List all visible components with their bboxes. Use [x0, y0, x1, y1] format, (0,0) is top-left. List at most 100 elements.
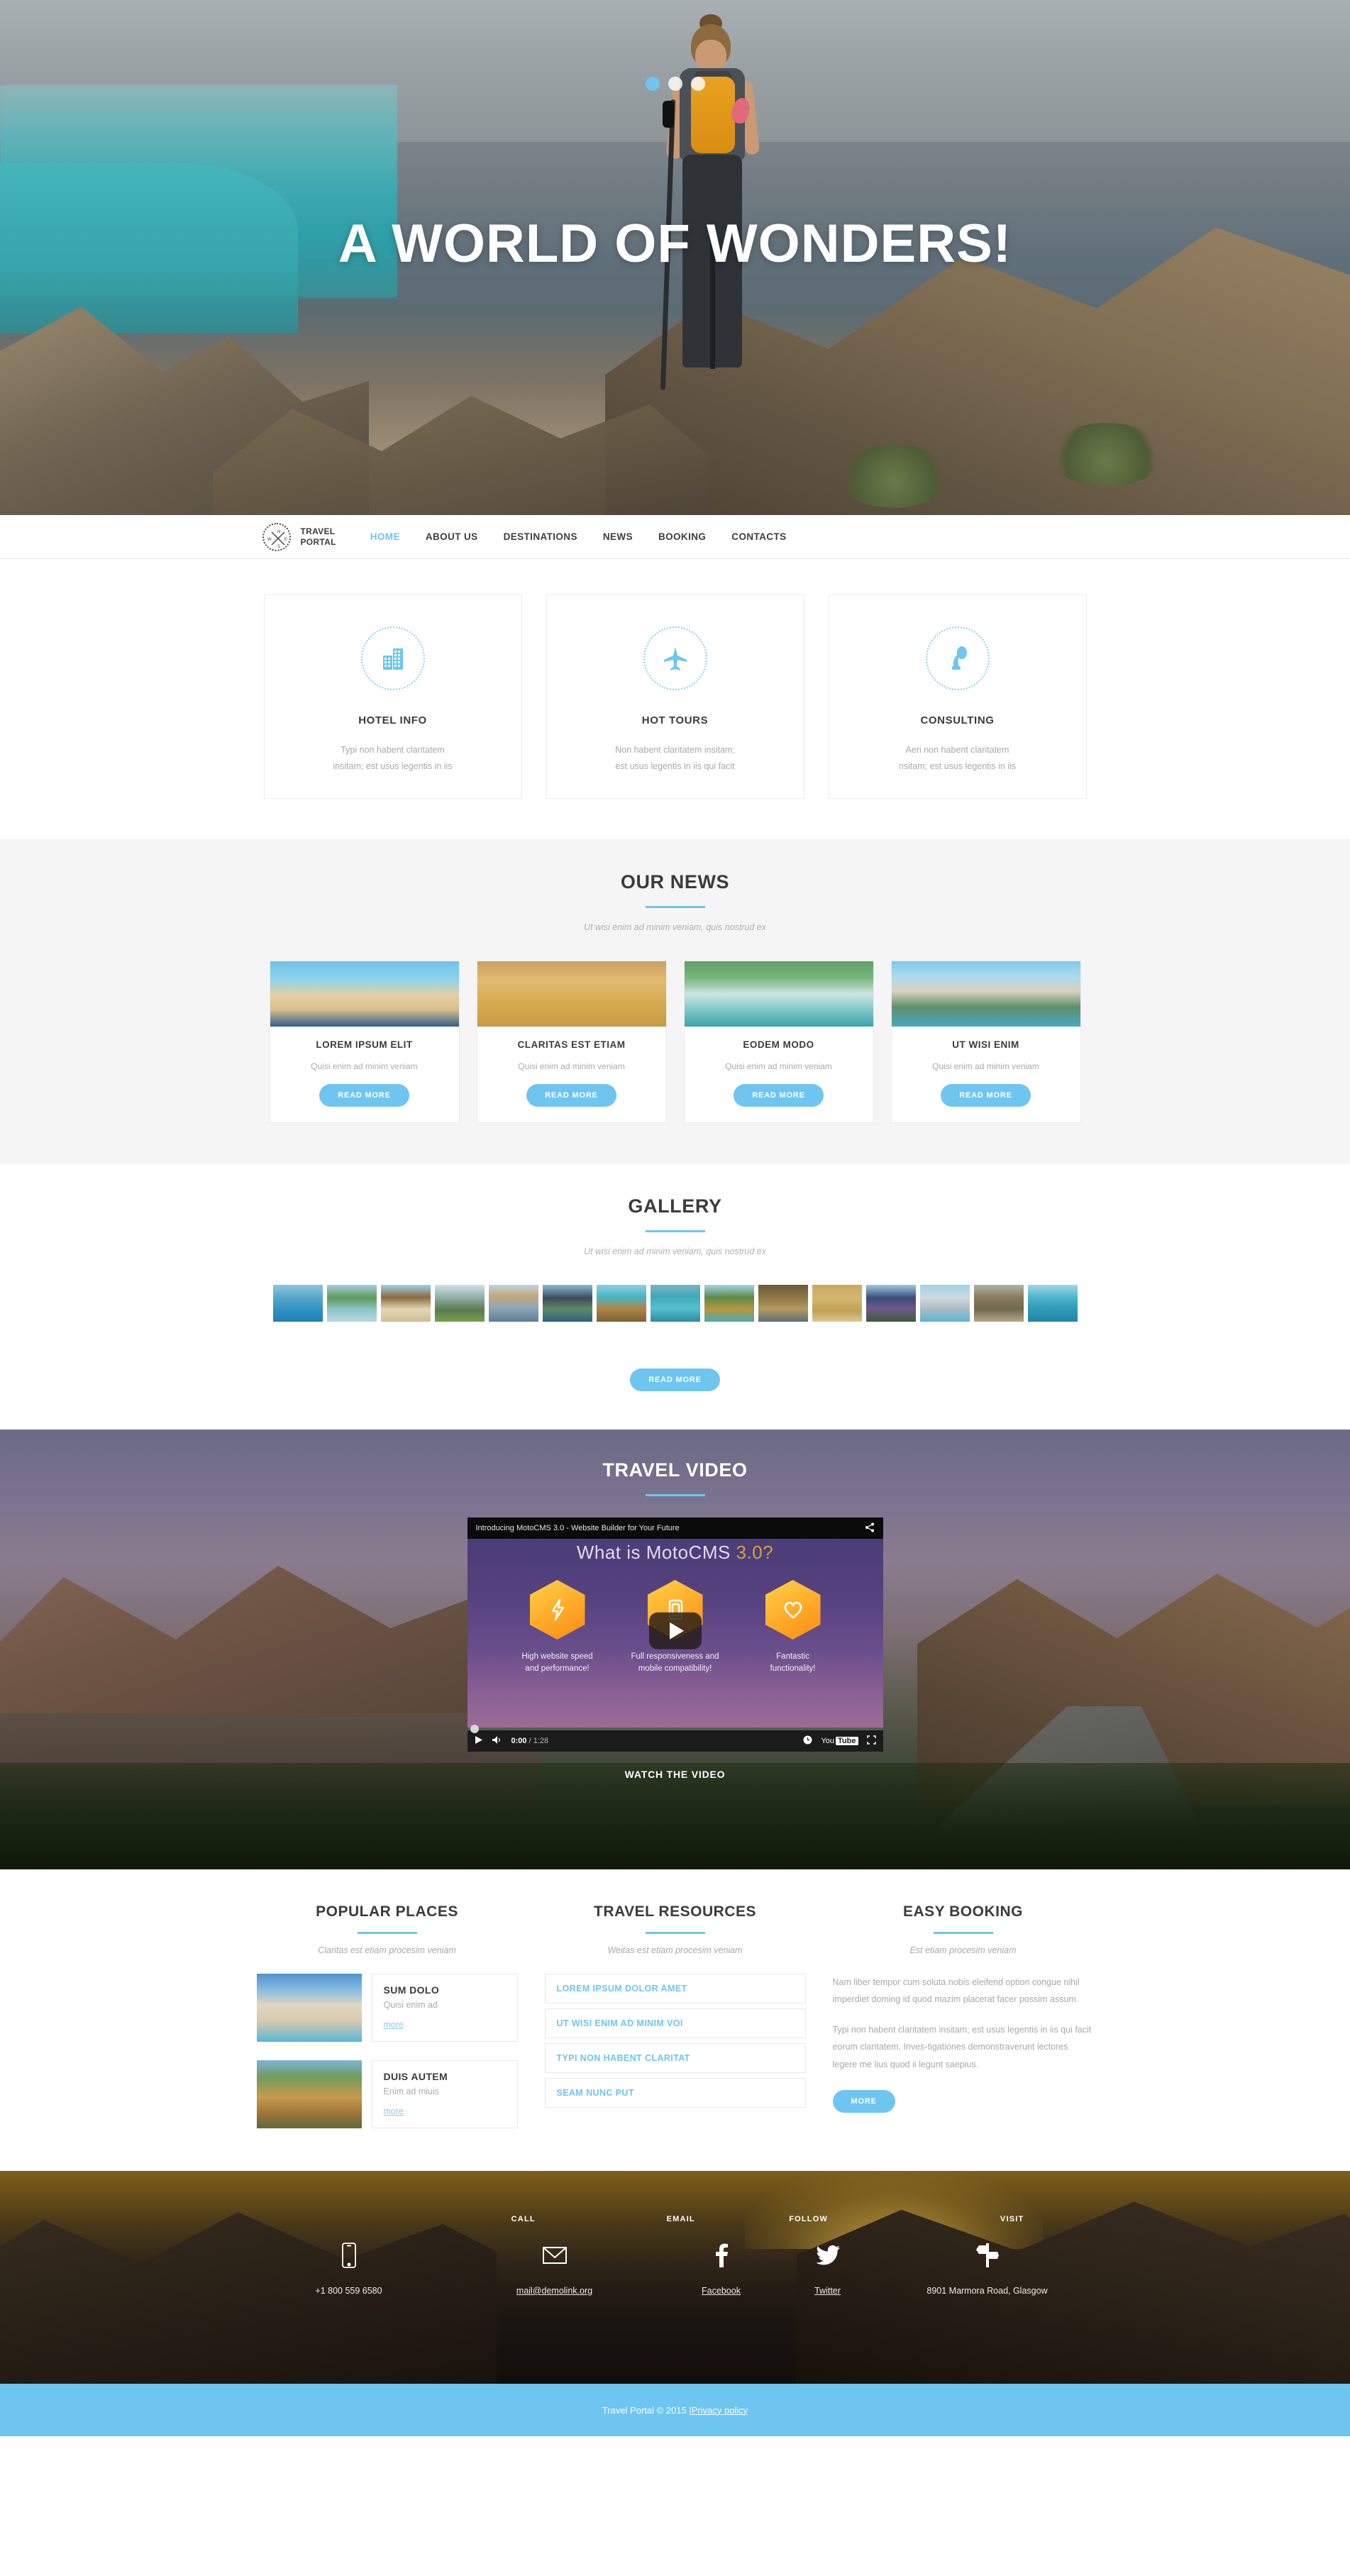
nav-item-about-us[interactable]: ABOUT US	[426, 531, 478, 542]
slider-dot-1[interactable]	[645, 77, 660, 91]
settings-icon[interactable]	[803, 1735, 812, 1747]
gallery-thumb[interactable]	[704, 1285, 754, 1322]
player-total-time: 1:28	[533, 1737, 549, 1745]
svg-text:S: S	[277, 545, 280, 549]
service-card-hot-tours[interactable]: HOT TOURS Non habent claritatem insitam;…	[546, 595, 804, 799]
footer-facebook-link[interactable]: Facebook	[702, 2286, 741, 2296]
nav-item-home[interactable]: HOME	[370, 531, 400, 542]
resource-link[interactable]: TYPI NON HABENT CLARITAT	[544, 2043, 806, 2073]
footer-twitter-link[interactable]: Twitter	[814, 2286, 841, 2296]
gallery-thumb[interactable]	[758, 1285, 808, 1322]
slider-dot-3[interactable]	[690, 77, 705, 91]
news-section: OUR NEWS Ut wisi enim ad minim veniam, q…	[0, 839, 1350, 1164]
youtube-player[interactable]: Introducing MotoCMS 3.0 - Website Builde…	[467, 1518, 883, 1752]
news-read-more-button[interactable]: READ MORE	[319, 1084, 409, 1107]
news-card-image	[891, 961, 1080, 1027]
news-read-more-button[interactable]: READ MORE	[734, 1084, 824, 1107]
news-section-subtitle: Ut wisi enim ad minim veniam, quis nostr…	[583, 922, 767, 932]
youtube-you-text: You	[821, 1737, 835, 1745]
player-progress-bar[interactable]	[467, 1725, 883, 1733]
play-icon[interactable]	[475, 1735, 483, 1747]
privacy-policy-link[interactable]: Privacy policy	[692, 2405, 748, 2416]
resource-link[interactable]: UT WISI ENIM AD MINIM VOl	[544, 2008, 806, 2038]
gallery-thumb[interactable]	[596, 1285, 646, 1322]
nav-item-booking[interactable]: BOOKING	[658, 531, 706, 542]
place-item[interactable]: DUIS AUTEM Enim ad miuis more	[256, 2060, 518, 2128]
volume-icon[interactable]	[492, 1735, 503, 1747]
player-progress-knob[interactable]	[470, 1725, 479, 1733]
gallery-thumb[interactable]	[488, 1285, 538, 1322]
facebook-icon[interactable]	[668, 2240, 775, 2270]
service-card-hotel-info[interactable]: HOTEL INFO Typi non habent claritatem in…	[263, 595, 522, 799]
service-title: HOTEL INFO	[358, 714, 427, 726]
easy-booking-more-button[interactable]: MORE	[832, 2089, 895, 2113]
gallery-thumb[interactable]	[919, 1285, 970, 1322]
gallery-read-more-button[interactable]: READ MORE	[630, 1369, 720, 1391]
resource-link[interactable]: SEAM NUNC PUT	[544, 2078, 806, 2108]
svg-text:N: N	[277, 530, 280, 534]
services-section: HOTEL INFO Typi non habent claritatem in…	[0, 559, 1350, 839]
gallery-thumb[interactable]	[865, 1285, 916, 1322]
twitter-icon[interactable]	[775, 2240, 881, 2270]
svg-text:E: E	[284, 538, 287, 542]
feature-caption-line2: and performance!	[525, 1664, 590, 1674]
news-read-more-button[interactable]: READ MORE	[941, 1084, 1031, 1107]
player-controls: 0:00 / 1:28 You Tube	[467, 1730, 883, 1752]
fullscreen-icon[interactable]	[866, 1735, 876, 1747]
gallery-thumb[interactable]	[1027, 1285, 1078, 1322]
gallery-thumb[interactable]	[326, 1285, 377, 1322]
heart-icon	[765, 1580, 821, 1640]
news-card-title: UT WISI ENIM	[952, 1039, 1019, 1050]
service-card-consulting[interactable]: CONSULTING Aeri non habent claritatem ns…	[828, 595, 1087, 799]
gallery-thumb[interactable]	[973, 1285, 1024, 1322]
nav-item-news[interactable]: NEWS	[603, 531, 633, 542]
slider-dots[interactable]	[0, 77, 1350, 91]
resource-link[interactable]: LOREM IPSUM DOLOR AMET	[544, 1974, 806, 2003]
section-divider	[933, 1932, 993, 1934]
play-button[interactable]	[648, 1612, 702, 1649]
section-divider	[645, 906, 705, 908]
hero-bush	[837, 444, 951, 508]
compass-icon: N S W E	[262, 522, 291, 551]
gallery-thumb[interactable]	[272, 1285, 323, 1322]
gallery-thumb[interactable]	[812, 1285, 862, 1322]
youtube-logo[interactable]: You Tube	[821, 1737, 858, 1745]
section-divider	[357, 1932, 417, 1934]
player-current-time: 0:00	[511, 1737, 527, 1745]
share-icon[interactable]	[865, 1522, 875, 1535]
stage-heading-main: What is MotoCMS	[576, 1542, 736, 1563]
easy-booking-paragraph-2: Typi non habent claritatem insitam; est …	[832, 2024, 1092, 2069]
site-logo[interactable]: N S W E TRAVEL PORTAL	[262, 522, 336, 551]
service-desc-line1: Aeri non habent claritatem	[905, 745, 1009, 755]
service-desc-line2: nsitam; est usus legentis in iis	[898, 761, 1017, 772]
gallery-thumb[interactable]	[380, 1285, 431, 1322]
signpost-icon	[881, 2240, 1094, 2270]
gallery-section-title: GALLERY	[628, 1195, 722, 1217]
hero-bush	[1050, 423, 1163, 487]
page-root: A WORLD OF WONDERS! N S W E TRAVEL PORTA…	[0, 0, 1350, 2436]
footer-column-twitter: Twitter	[775, 2226, 881, 2296]
nav-item-destinations[interactable]: DESTINATIONS	[504, 531, 577, 542]
player-video-title: Introducing MotoCMS 3.0 - Website Builde…	[475, 1524, 680, 1532]
place-more-link[interactable]: more	[384, 2020, 404, 2030]
place-item[interactable]: SUM DOLO Quisi enim ad more	[256, 1974, 518, 2042]
gallery-thumb[interactable]	[650, 1285, 700, 1322]
section-divider	[645, 1494, 705, 1496]
place-more-link[interactable]: more	[384, 2106, 404, 2116]
news-card-image	[270, 961, 459, 1027]
footer-email-link[interactable]: mail@demolink.org	[516, 2286, 592, 2296]
gallery-thumb[interactable]	[434, 1285, 485, 1322]
slider-dot-2[interactable]	[668, 77, 682, 91]
news-card[interactable]: CLARITAS EST ETIAM Quisi enim ad minim v…	[476, 961, 667, 1123]
svg-text:W: W	[267, 538, 272, 542]
nav-item-contacts[interactable]: CONTACTS	[731, 531, 786, 542]
news-card[interactable]: UT WISI ENIM Quisi enim ad minim veniam …	[890, 961, 1081, 1123]
news-card[interactable]: EODEM MODO Quisi enim ad minim veniam RE…	[683, 961, 874, 1123]
footer-column-facebook: Facebook	[668, 2226, 775, 2296]
news-read-more-button[interactable]: READ MORE	[526, 1084, 616, 1107]
feature-caption-line2: mobile compatibility!	[638, 1664, 712, 1674]
gallery-thumb[interactable]	[542, 1285, 592, 1322]
section-divider	[645, 1932, 705, 1934]
news-card[interactable]: LOREM IPSUM ELIT Quisi enim ad minim ven…	[269, 961, 460, 1123]
news-card-text: Quisi enim ad minim veniam	[311, 1061, 418, 1071]
